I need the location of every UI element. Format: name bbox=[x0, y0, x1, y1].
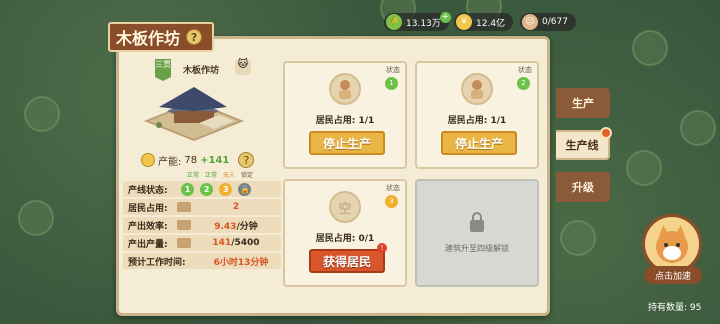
building-image bbox=[144, 87, 244, 141]
cat-icon: 🐱 bbox=[235, 59, 251, 75]
stats-table: 产线状态: 1 2 3 🔒 居民占用: 2 产出效率: 9.43/分钟 产出产量… bbox=[123, 181, 281, 271]
get-resident-button[interactable]: 获得居民 bbox=[309, 249, 385, 273]
resident-icon bbox=[177, 202, 191, 212]
worker-avatar bbox=[461, 73, 493, 105]
plank-icon bbox=[177, 220, 191, 230]
production-help-icon[interactable]: ? bbox=[238, 152, 255, 168]
food-icon: 🌾 bbox=[386, 14, 402, 30]
tab-production[interactable]: 生产 bbox=[556, 88, 610, 118]
plank-icon bbox=[177, 238, 191, 248]
tab-upgrade[interactable]: 升级 bbox=[556, 172, 610, 202]
alert-icon: ! bbox=[377, 243, 387, 253]
status-indicator: 状态 3 bbox=[385, 183, 401, 208]
resident-resource[interactable]: ☺ 0/677 bbox=[520, 13, 576, 31]
building-name: 木板作坊 bbox=[183, 66, 220, 76]
status-indicator: 状态 1 bbox=[385, 65, 401, 90]
production-line-2: 状态 2 居民占用: 1/1 停止生产 bbox=[415, 61, 539, 169]
production-line-1: 状态 1 居民占用: 1/1 停止生产 bbox=[283, 61, 407, 169]
production-capacity: 产能: 78 +141 ? bbox=[141, 152, 255, 168]
coin-resource[interactable]: ¥ 12.4亿 bbox=[454, 13, 514, 31]
coin-icon: ¥ bbox=[456, 14, 472, 30]
add-food-button[interactable]: + bbox=[439, 12, 451, 23]
speed-up-label[interactable]: 点击加速 bbox=[644, 266, 702, 284]
output-row: 产出产量: 141/5400 bbox=[123, 235, 281, 251]
lock-icon bbox=[470, 212, 484, 232]
holding-count: 持有数量: 95 bbox=[648, 303, 702, 313]
page-title: 木板作坊 ? bbox=[108, 22, 214, 52]
worker-avatar bbox=[329, 73, 361, 105]
status-indicator: 状态 2 bbox=[517, 65, 533, 90]
food-resource[interactable]: 🌾 13.13万 + bbox=[384, 12, 451, 31]
notification-dot bbox=[600, 127, 612, 139]
production-line-3: 状态 3 空 居民占用: 0/1 获得居民 ! bbox=[283, 179, 407, 287]
status-legend: 正常 正常 无人 锁定 bbox=[187, 172, 254, 179]
resident-icon: ☺ bbox=[522, 14, 538, 30]
occupancy-row: 居民占用: 2 bbox=[123, 199, 281, 215]
grade-badge: 三贯 bbox=[155, 59, 171, 81]
eta-row: 预计工作时间: 6小时13分钟 bbox=[123, 253, 281, 269]
stop-production-button[interactable]: 停止生产 bbox=[441, 131, 517, 155]
locked-production-line: 建筑升至四级解锁 bbox=[415, 179, 539, 287]
efficiency-row: 产出效率: 9.43/分钟 bbox=[123, 217, 281, 233]
workshop-panel: 三贯 木板作坊 🐱 产能: 78 +141 ? 正常 正常 无人 锁定 产线状态… bbox=[116, 36, 550, 316]
tab-production-line[interactable]: 生产线 bbox=[556, 127, 612, 160]
lock-icon: 🔒 bbox=[238, 182, 252, 196]
speed-up-button[interactable] bbox=[642, 214, 702, 274]
empty-slot-avatar: 空 bbox=[329, 191, 361, 223]
line-status-row: 产线状态: 1 2 3 🔒 bbox=[123, 181, 281, 197]
stop-production-button[interactable]: 停止生产 bbox=[309, 131, 385, 155]
help-icon[interactable]: ? bbox=[186, 29, 203, 45]
coin-bag-icon bbox=[141, 153, 155, 167]
cat-mascot-icon bbox=[656, 225, 688, 263]
